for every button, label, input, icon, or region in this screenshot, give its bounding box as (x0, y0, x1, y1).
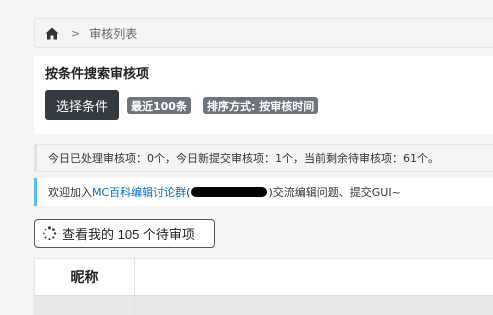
home-icon[interactable] (45, 25, 61, 41)
view-my-pending-label: 查看我的 105 个待审项 (62, 227, 195, 242)
sort-order-tag: 排序方式: 按审核时间 (203, 97, 319, 114)
discussion-group-link[interactable]: MC百科编辑讨论群 (92, 184, 186, 200)
breadcrumb: > 审核列表 (34, 18, 493, 48)
spinner-icon (42, 226, 57, 241)
table-header-row: 昵称 (34, 259, 493, 295)
info-open-paren: ( (186, 185, 191, 199)
breadcrumb-separator: > (71, 26, 81, 40)
stats-text: 今日已处理审核项：0个，今日新提交审核项：1个，当前剩余待审核项：61个。 (48, 152, 439, 165)
table-cell (34, 296, 135, 315)
stats-bar: 今日已处理审核项：0个，今日新提交审核项：1个，当前剩余待审核项：61个。 (34, 144, 493, 172)
select-conditions-button[interactable]: 选择条件 (45, 90, 119, 120)
info-suffix: 交流编辑问题、提交GUI~ (272, 186, 401, 199)
table-row (34, 295, 493, 315)
info-prefix: 欢迎加入 (48, 186, 92, 199)
info-callout: 欢迎加入 MC百科编辑讨论群() 交流编辑问题、提交GUI~ (34, 178, 493, 206)
search-panel: 按条件搜索审核项 选择条件 最近100条 排序方式: 按审核时间 (34, 56, 493, 134)
view-my-pending-button[interactable]: 查看我的 105 个待审项 (34, 219, 215, 248)
recent-count-tag: 最近100条 (127, 97, 191, 114)
review-table: 昵称 (34, 258, 493, 315)
page: > 审核列表 按条件搜索审核项 选择条件 最近100条 排序方式: 按审核时间 … (0, 0, 493, 315)
breadcrumb-current: 审核列表 (89, 26, 138, 41)
search-panel-title: 按条件搜索审核项 (45, 67, 150, 82)
column-header-nickname: 昵称 (34, 259, 135, 295)
redacted-group-number (191, 187, 268, 197)
